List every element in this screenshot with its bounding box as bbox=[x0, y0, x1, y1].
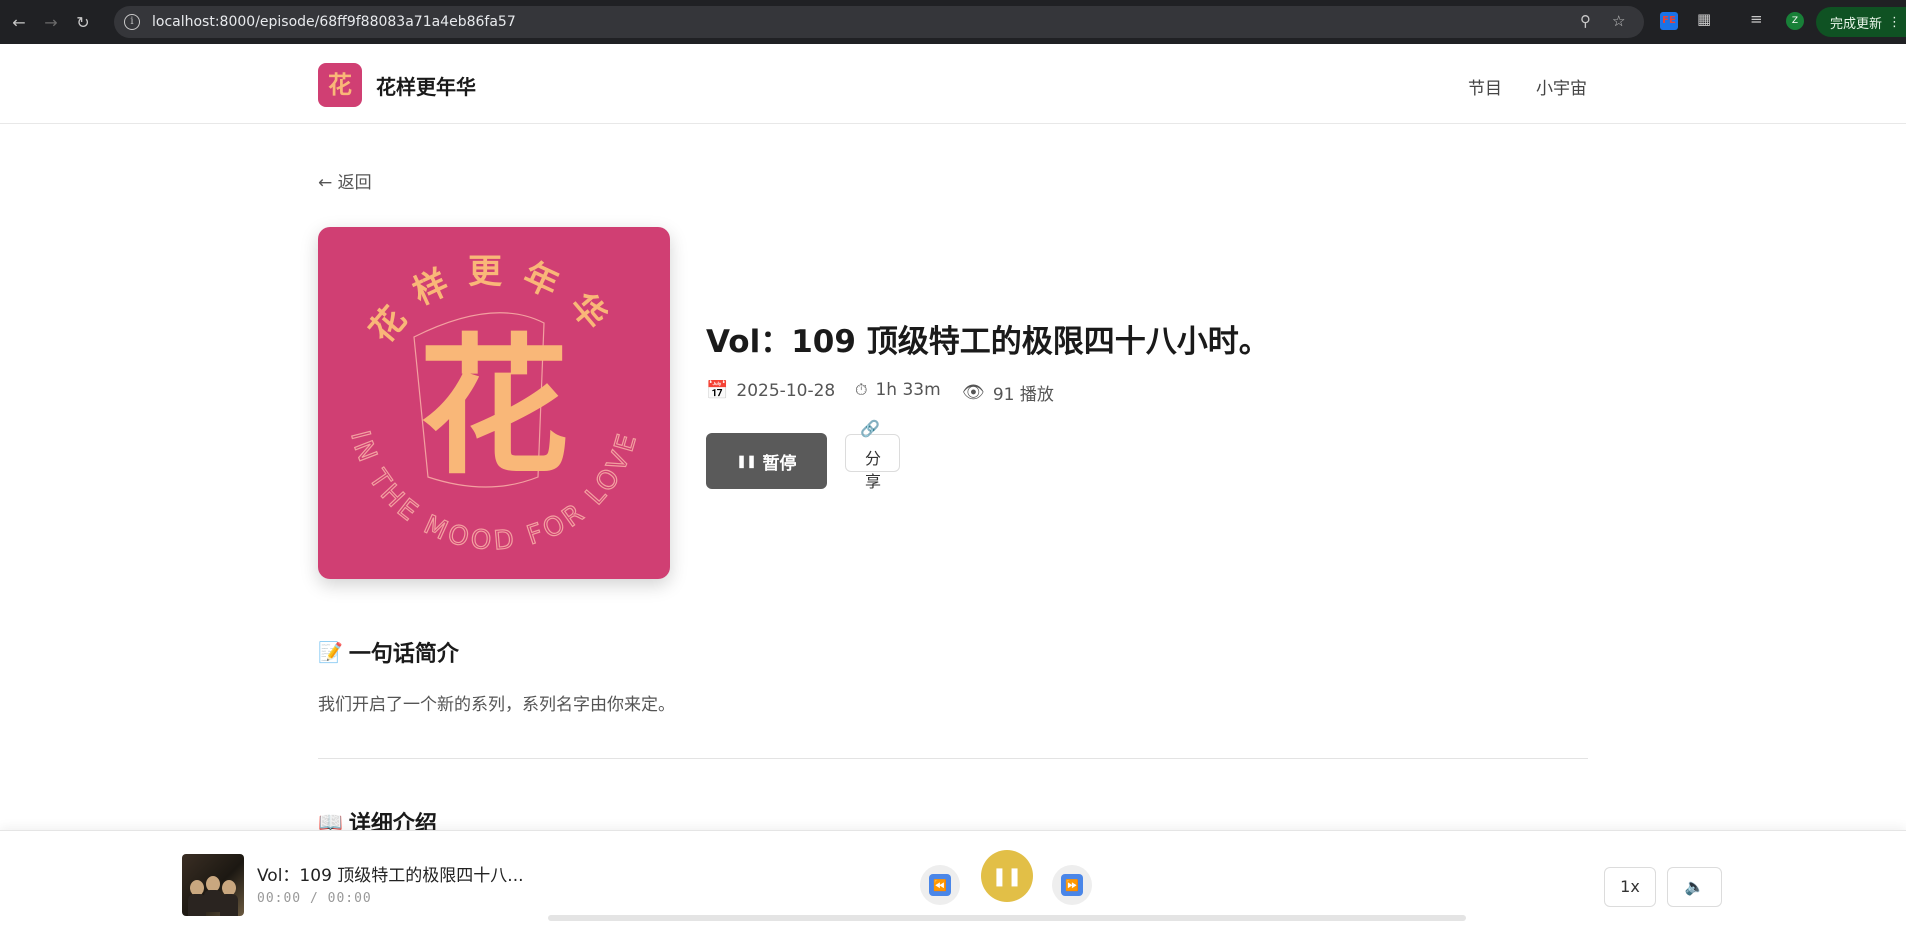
memo-icon: 📝 bbox=[318, 640, 343, 664]
site-header: 花 花样更年华 节目 小宇宙 bbox=[0, 44, 1906, 124]
player-thumbnail bbox=[182, 854, 244, 916]
reload-icon[interactable]: ↻ bbox=[70, 9, 96, 35]
forward-arrow-icon[interactable]: → bbox=[38, 9, 64, 35]
brand-name[interactable]: 花样更年华 bbox=[376, 71, 476, 100]
bookmark-star-icon[interactable]: ☆ bbox=[1612, 12, 1625, 30]
nav-programs[interactable]: 节目 bbox=[1468, 74, 1502, 99]
fast-forward-button[interactable]: ⏩ bbox=[1052, 865, 1092, 905]
section-divider bbox=[318, 758, 1588, 759]
back-link[interactable]: ← 返回 bbox=[318, 168, 372, 193]
player-title: Vol：109 顶级特工的极限四十八... bbox=[257, 866, 524, 886]
episode-cover: 花样更年华 IN THE MOOD FOR LOVE 花 bbox=[318, 227, 670, 579]
episode-duration: ⏱ 1h 33m bbox=[855, 380, 941, 400]
browser-toolbar: ← → ↻ i localhost:8000/episode/68ff9f880… bbox=[0, 0, 1906, 44]
site-logo[interactable]: 花 bbox=[318, 63, 362, 107]
pause-button[interactable]: ❚❚ 暂停 bbox=[706, 433, 827, 489]
extensions-puzzle-icon[interactable]: ▦ bbox=[1697, 10, 1711, 28]
fast-forward-icon: ⏩ bbox=[1061, 874, 1083, 896]
back-arrow-icon[interactable]: ← bbox=[6, 9, 32, 35]
summary-heading: 📝 一句话简介 bbox=[318, 640, 459, 667]
address-bar[interactable]: i localhost:8000/episode/68ff9f88083a71a… bbox=[114, 6, 1644, 38]
nav-xiaoyuzhou[interactable]: 小宇宙 bbox=[1536, 74, 1587, 99]
zoom-icon[interactable]: ⚲ bbox=[1580, 12, 1591, 30]
calendar-icon: 📅 bbox=[706, 380, 729, 401]
link-icon: 🔗 bbox=[860, 419, 880, 438]
speaker-icon: 🔈 bbox=[1684, 877, 1705, 896]
pause-icon: ❚❚ bbox=[991, 865, 1023, 887]
share-button[interactable]: 🔗 分 享 bbox=[845, 419, 900, 491]
progress-bar[interactable] bbox=[548, 915, 1466, 921]
media-control-icon[interactable]: ≡ bbox=[1750, 10, 1763, 28]
player-pause-button[interactable]: ❚❚ bbox=[981, 850, 1033, 902]
site-info-icon[interactable]: i bbox=[124, 14, 140, 30]
episode-date: 📅 2025-10-28 bbox=[706, 380, 836, 401]
profile-avatar[interactable]: Z bbox=[1786, 12, 1804, 30]
episode-plays: 👁 91 播放 bbox=[962, 382, 1054, 405]
eye-icon: 👁 bbox=[962, 382, 985, 403]
speed-button[interactable]: 1x bbox=[1604, 867, 1656, 907]
summary-text: 我们开启了一个新的系列，系列名字由你来定。 bbox=[318, 695, 675, 715]
stopwatch-icon: ⏱ bbox=[855, 380, 868, 399]
player-time: 00:00 / 00:00 bbox=[257, 891, 372, 906]
rewind-icon: ⏪ bbox=[929, 874, 951, 896]
rewind-button[interactable]: ⏪ bbox=[920, 865, 960, 905]
pause-icon: ❚❚ bbox=[736, 454, 757, 468]
volume-button[interactable]: 🔈 bbox=[1667, 867, 1722, 907]
url-text[interactable]: localhost:8000/episode/68ff9f88083a71a4e… bbox=[152, 14, 516, 30]
fe-extension-icon[interactable]: FE bbox=[1660, 12, 1678, 30]
audio-player-bar: Vol：109 顶级特工的极限四十八... 00:00 / 00:00 ⏪ ❚❚… bbox=[0, 830, 1906, 930]
svg-text:花: 花 bbox=[419, 319, 569, 495]
update-button[interactable]: 完成更新 ⋮ bbox=[1816, 7, 1906, 37]
cover-art: 花样更年华 IN THE MOOD FOR LOVE 花 bbox=[344, 252, 641, 557]
episode-title: Vol：109 顶级特工的极限四十八小时。 bbox=[706, 324, 1270, 360]
